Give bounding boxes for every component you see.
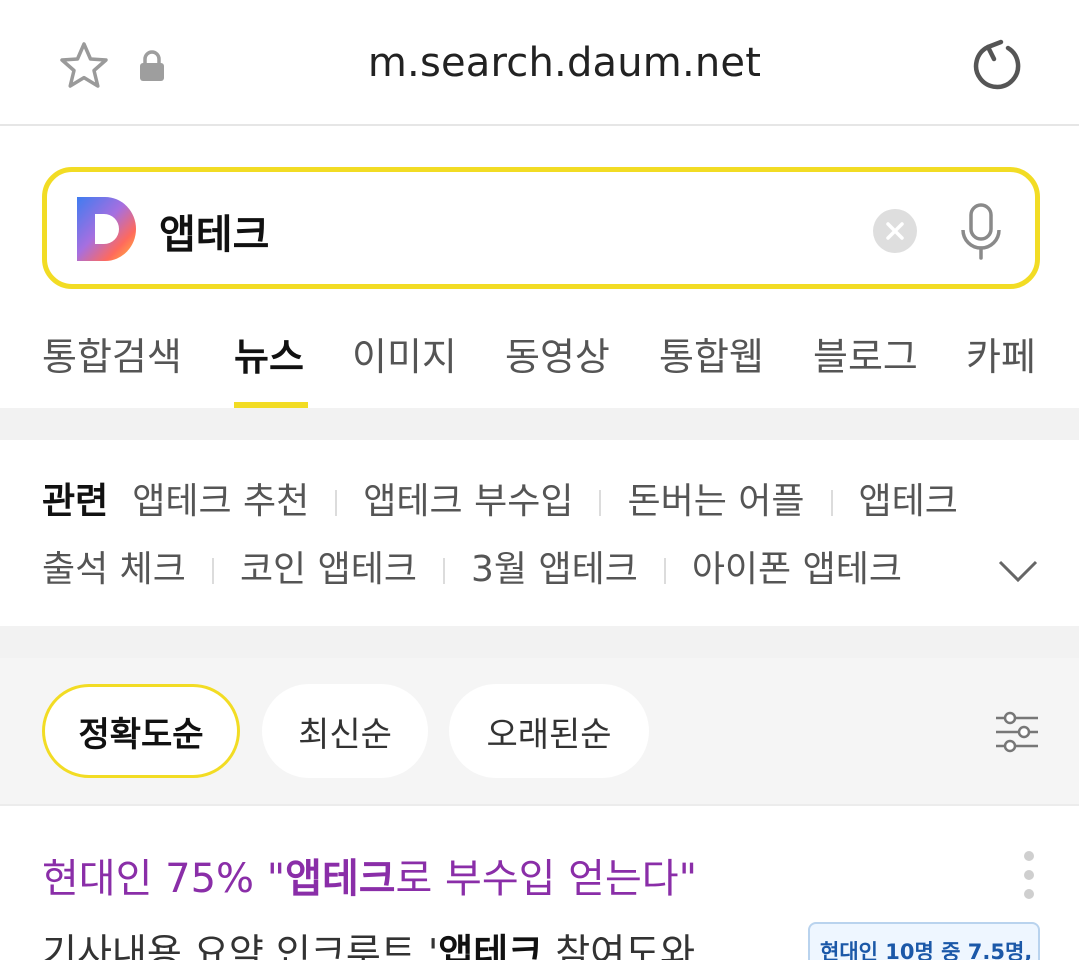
article-title[interactable]: 현대인 75% "앱테크로 부수입 얻는다"	[42, 846, 697, 904]
clear-search-button[interactable]	[873, 209, 917, 253]
tab-news[interactable]: 뉴스	[234, 326, 304, 381]
separator	[830, 490, 833, 516]
browser-url-bar: m.search.daum.net	[0, 0, 1079, 126]
related-item[interactable]: 돈버는 어플	[627, 481, 804, 522]
section-divider	[0, 626, 1079, 658]
daum-logo-icon	[77, 197, 136, 261]
reload-icon[interactable]	[968, 38, 1024, 94]
related-item[interactable]: 아이폰 앱테크	[692, 549, 902, 590]
tab-cafe[interactable]: 카페	[966, 326, 1036, 381]
url-text[interactable]: m.search.daum.net	[0, 40, 1079, 86]
more-options-icon[interactable]	[1022, 850, 1036, 900]
thumbnail-text: 현대인 10명 중 7.5명,	[820, 940, 1033, 960]
microphone-icon[interactable]	[959, 202, 1003, 262]
related-item[interactable]: 앱테크 추천	[132, 481, 309, 522]
search-box[interactable]: 앱테크	[42, 167, 1040, 289]
related-row: 출석 체크 코인 앱테크 3월 앱테크 아이폰 앱테크	[42, 540, 902, 592]
tab-videos[interactable]: 동영상	[505, 326, 610, 381]
search-input[interactable]: 앱테크	[159, 202, 269, 260]
tab-blog[interactable]: 블로그	[813, 326, 918, 381]
related-item[interactable]: 앱테크	[859, 481, 958, 522]
article-thumbnail[interactable]: 현대인 10명 중 7.5명,	[808, 922, 1040, 960]
related-item[interactable]: 출석 체크	[42, 549, 186, 590]
sort-bar: 정확도순 최신순 오래된순	[0, 658, 1079, 806]
section-divider	[0, 408, 1079, 440]
filter-options-icon[interactable]	[994, 710, 1040, 754]
related-heading: 관련	[42, 481, 109, 522]
chevron-down-icon[interactable]	[998, 558, 1038, 584]
related-row: 관련 앱테크 추천 앱테크 부수입 돈버는 어플 앱테크	[42, 472, 958, 524]
tab-images[interactable]: 이미지	[352, 326, 457, 381]
article-snippet: 기사내용 요약 인크루트 '앱테크 참여도와	[42, 931, 696, 960]
close-icon	[886, 222, 904, 240]
overflow-fade	[900, 540, 980, 596]
sort-latest-button[interactable]: 최신순	[262, 684, 428, 778]
related-item[interactable]: 코인 앱테크	[240, 549, 417, 590]
related-item[interactable]: 3월 앱테크	[471, 549, 638, 590]
news-article[interactable]: 현대인 75% "앱테크로 부수입 얻는다" 기사내용 요약 인크루트 '앱테크…	[0, 808, 1079, 960]
related-searches: 관련 앱테크 추천 앱테크 부수입 돈버는 어플 앱테크 출석 체크 코인 앱테크 3월 앱…	[0, 440, 1079, 626]
separator	[599, 490, 602, 516]
separator	[442, 558, 445, 584]
sort-oldest-button[interactable]: 오래된순	[449, 684, 649, 778]
related-item[interactable]: 앱테크 부수입	[363, 481, 573, 522]
separator	[335, 490, 338, 516]
separator	[211, 558, 214, 584]
separator	[663, 558, 666, 584]
search-tabs: 통합검색 뉴스 이미지 동영상 통합웹 블로그 카페	[0, 320, 1079, 408]
sort-accuracy-button[interactable]: 정확도순	[42, 684, 240, 778]
tab-integrated[interactable]: 통합검색	[42, 326, 182, 381]
tab-web[interactable]: 통합웹	[659, 326, 764, 381]
